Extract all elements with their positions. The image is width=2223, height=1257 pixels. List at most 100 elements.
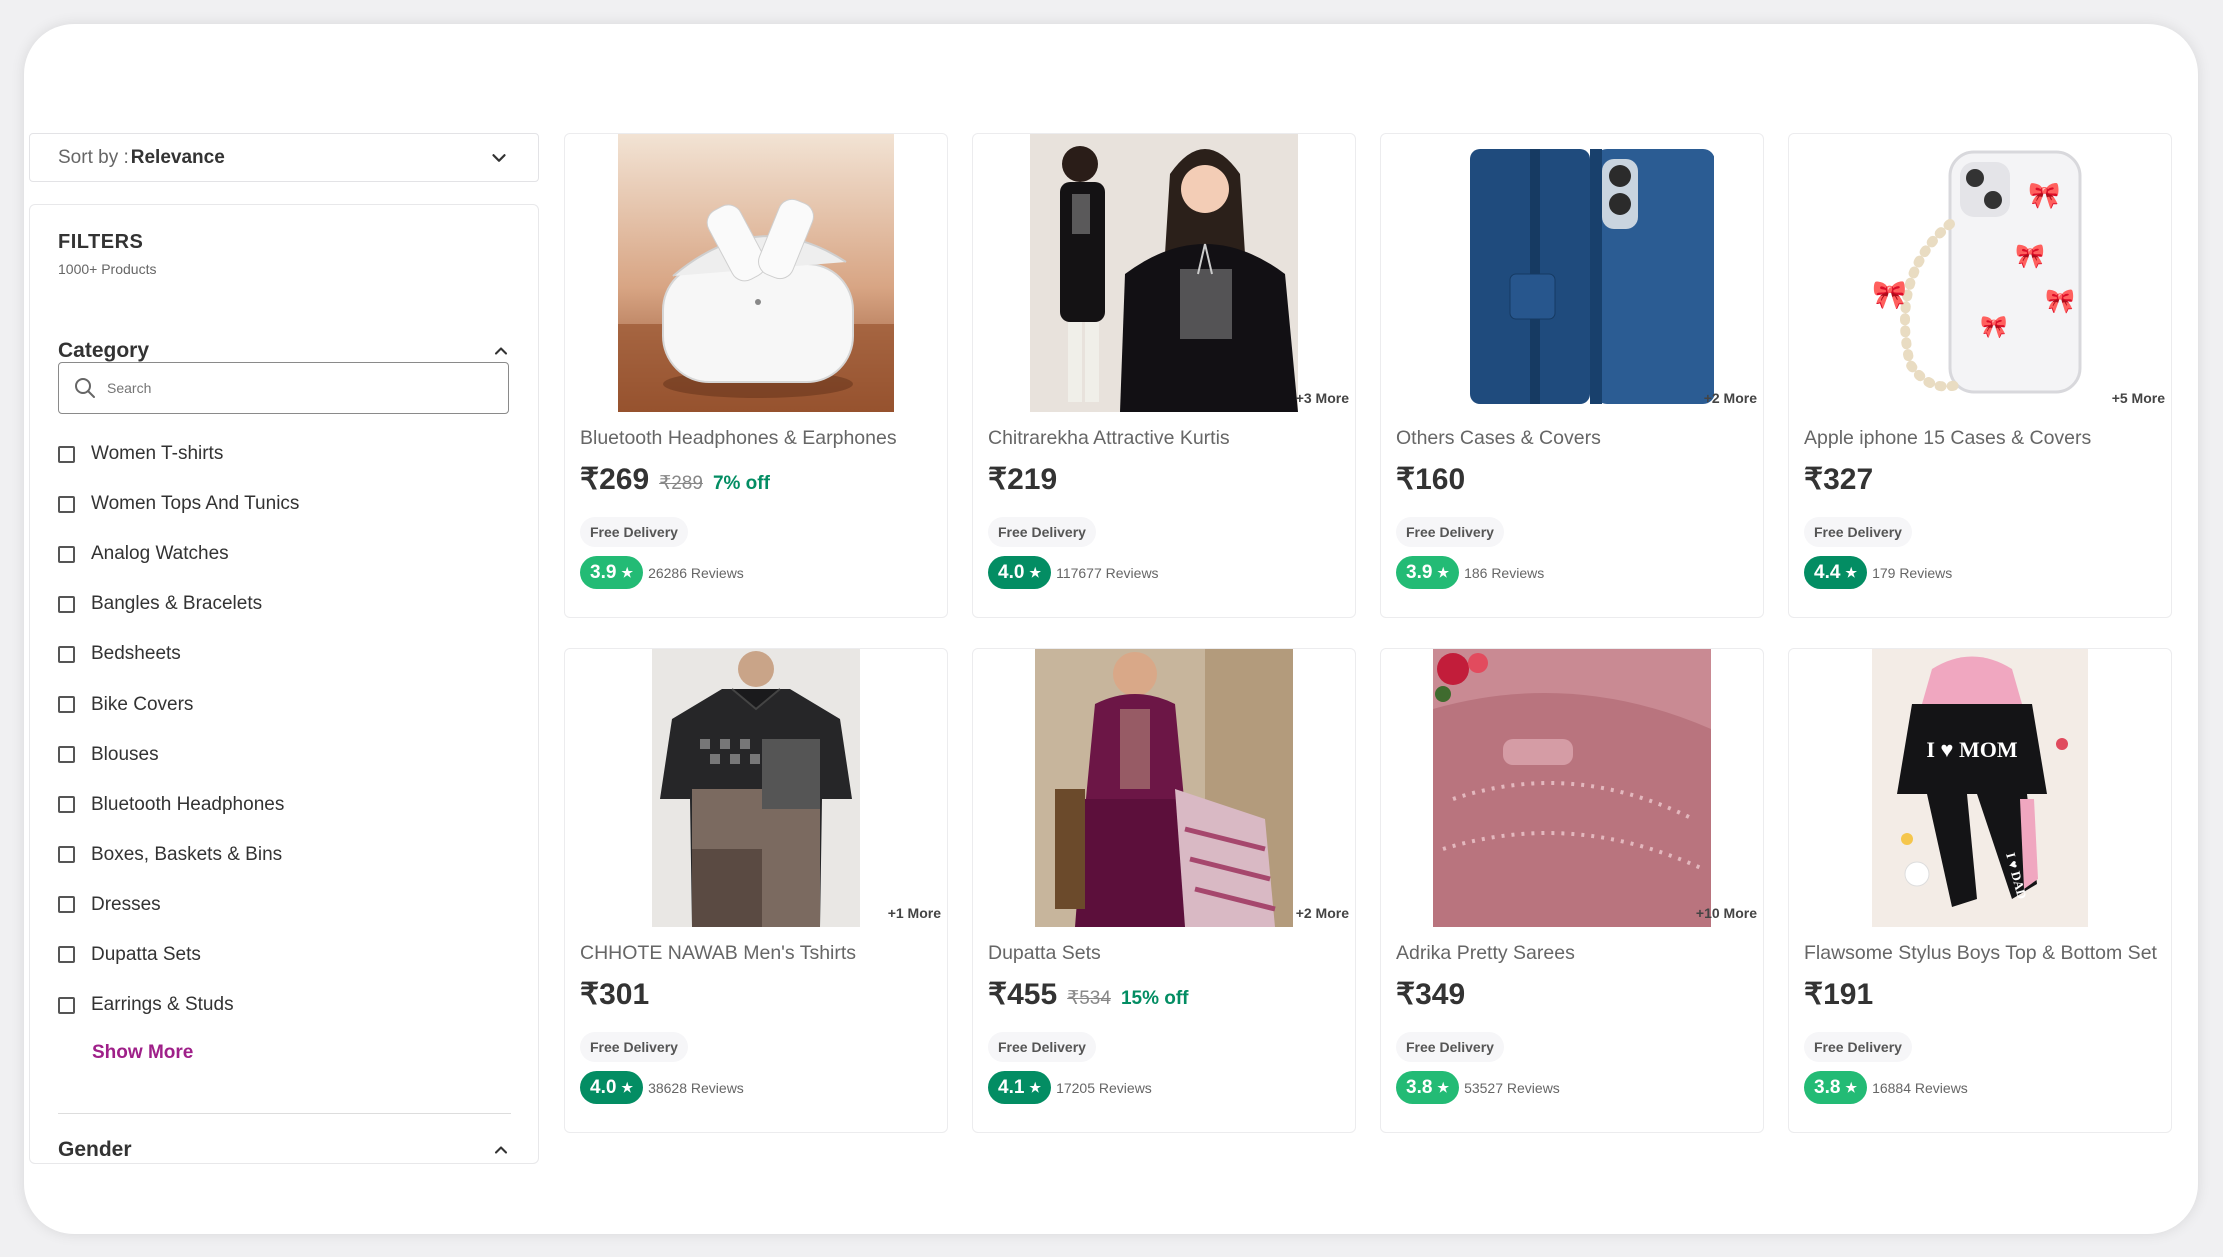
product-card[interactable]: +10 More Adrika Pretty Sarees ₹349 Free … [1380,648,1764,1133]
rating-badge: 3.9 ★ [580,556,644,589]
product-name[interactable]: CHHOTE NAWAB Men's Tshirts [580,942,935,965]
rating-badge: 4.4 ★ [1804,556,1868,589]
category-item-dresses[interactable]: Dresses [58,880,498,930]
product-price: ₹219 [988,463,1058,496]
chevron-down-icon [492,153,506,162]
product-price: ₹160 [1396,463,1466,496]
product-image[interactable] [652,649,860,927]
more-variants[interactable]: +1 More [888,905,941,921]
product-name[interactable]: Dupatta Sets [988,942,1343,965]
category-search-input[interactable] [105,379,489,397]
price-row: ₹301 [580,977,649,1012]
free-delivery-badge: Free Delivery [1396,517,1504,547]
filters-panel: FILTERS 1000+ Products Category Women T-… [29,204,539,1164]
product-image[interactable] [1030,134,1298,412]
category-item-bedsheets[interactable]: Bedsheets [58,629,498,679]
price-row: ₹219 [988,462,1057,497]
product-card[interactable]: Bluetooth Headphones & Earphones ₹269 ₹2… [564,133,948,618]
rating-row: 3.9 ★ 26286 Reviews [580,556,744,589]
star-icon: ★ [1029,1079,1042,1095]
svg-text:🎀: 🎀 [1980,314,2007,339]
category-label: Dupatta Sets [91,943,201,965]
category-item-women-tops-tunics[interactable]: Women Tops And Tunics [58,479,498,529]
product-image[interactable]: I ♥ MOM I ♥ DAD [1872,649,2088,927]
checkbox[interactable] [58,996,75,1014]
category-search[interactable] [58,362,509,414]
product-image[interactable] [1035,649,1293,927]
checkbox[interactable] [58,796,75,814]
free-delivery-badge: Free Delivery [988,1032,1096,1062]
category-item-bike-covers[interactable]: Bike Covers [58,679,498,729]
price-row: ₹160 [1396,462,1465,497]
category-label: Bluetooth Headphones [91,793,285,815]
category-item-blouses[interactable]: Blouses [58,730,498,780]
category-label: Bike Covers [91,693,194,715]
product-image[interactable]: 🎀 🎀 🎀 🎀 🎀 [1850,134,2110,412]
product-card[interactable]: +2 More Others Cases & Covers ₹160 Free … [1380,133,1764,618]
rating-badge: 4.0 ★ [988,556,1052,589]
product-name[interactable]: Adrika Pretty Sarees [1396,942,1751,965]
star-icon: ★ [1437,1079,1450,1095]
rating-row: 4.4 ★ 179 Reviews [1804,556,1952,589]
product-image[interactable] [1433,649,1711,927]
show-more-link[interactable]: Show More [92,1042,193,1064]
product-price: ₹191 [1804,978,1874,1011]
product-name[interactable]: Chitrarekha Attractive Kurtis [988,427,1343,450]
category-section-header[interactable]: Category [58,339,511,363]
checkbox[interactable] [58,846,75,864]
category-item-dupatta-sets[interactable]: Dupatta Sets [58,930,498,980]
products-count: 1000+ Products [58,261,157,277]
price-row: ₹269 ₹289 7% off [580,462,770,497]
checkbox[interactable] [58,645,75,663]
checkbox[interactable] [58,495,75,513]
category-item-women-tshirts[interactable]: Women T-shirts [58,429,498,479]
product-price: ₹301 [580,978,650,1011]
category-item-earrings-studs[interactable]: Earrings & Studs [58,980,498,1030]
product-price: ₹349 [1396,978,1466,1011]
product-name[interactable]: Apple iphone 15 Cases & Covers [1804,427,2159,450]
product-card[interactable]: +3 More Chitrarekha Attractive Kurtis ₹2… [972,133,1356,618]
rating-badge: 4.1 ★ [988,1071,1052,1104]
product-card[interactable]: +1 More CHHOTE NAWAB Men's Tshirts ₹301 … [564,648,948,1133]
category-item-boxes-baskets-bins[interactable]: Boxes, Baskets & Bins [58,830,498,880]
discount-label: 15% off [1120,988,1189,1009]
browser-viewport: Sort by : Relevance FILTERS 1000+ Produc… [24,24,2198,1234]
product-name[interactable]: Others Cases & Covers [1396,427,1751,450]
free-delivery-badge: Free Delivery [580,517,688,547]
discount-label: 7% off [712,473,770,494]
more-variants[interactable]: +10 More [1696,905,1757,921]
checkbox[interactable] [58,746,75,764]
checkbox[interactable] [58,595,75,613]
rating-value: 4.0 [998,561,1025,583]
sort-prefix: Sort by : [58,146,129,168]
more-variants[interactable]: +2 More [1704,390,1757,406]
checkbox[interactable] [58,696,75,714]
category-item-bluetooth-headphones[interactable]: Bluetooth Headphones [58,780,498,830]
more-variants[interactable]: +2 More [1296,905,1349,921]
more-variants[interactable]: +5 More [2112,390,2165,406]
product-mrp: ₹289 [659,473,703,494]
product-card[interactable]: +2 More Dupatta Sets ₹455 ₹534 15% off F… [972,648,1356,1133]
product-card[interactable]: 🎀 🎀 🎀 🎀 🎀 +5 More Apple iphone 15 Cases … [1788,133,2172,618]
more-variants[interactable]: +3 More [1296,390,1349,406]
review-count: 186 Reviews [1464,564,1545,581]
checkbox[interactable] [58,896,75,914]
category-item-analog-watches[interactable]: Analog Watches [58,529,498,579]
checkbox[interactable] [58,545,75,563]
product-name[interactable]: Bluetooth Headphones & Earphones [580,427,935,450]
product-name[interactable]: Flawsome Stylus Boys Top & Bottom Set [1804,942,2159,965]
checkbox[interactable] [58,946,75,964]
product-image[interactable] [1430,134,1714,412]
category-title: Category [58,339,150,362]
product-image[interactable] [618,134,894,412]
category-label: Boxes, Baskets & Bins [91,843,283,865]
sort-dropdown[interactable]: Sort by : Relevance [29,133,539,182]
rating-value: 3.9 [1406,561,1433,583]
gender-section-header[interactable]: Gender [58,1138,511,1162]
category-label: Analog Watches [91,543,229,565]
category-item-bangles-bracelets[interactable]: Bangles & Bracelets [58,579,498,629]
product-card[interactable]: I ♥ MOM I ♥ DAD Flawsome Stylus Boys Top… [1788,648,2172,1133]
rating-value: 3.8 [1814,1076,1841,1098]
category-label: Bangles & Bracelets [91,593,263,615]
checkbox[interactable] [58,445,75,463]
